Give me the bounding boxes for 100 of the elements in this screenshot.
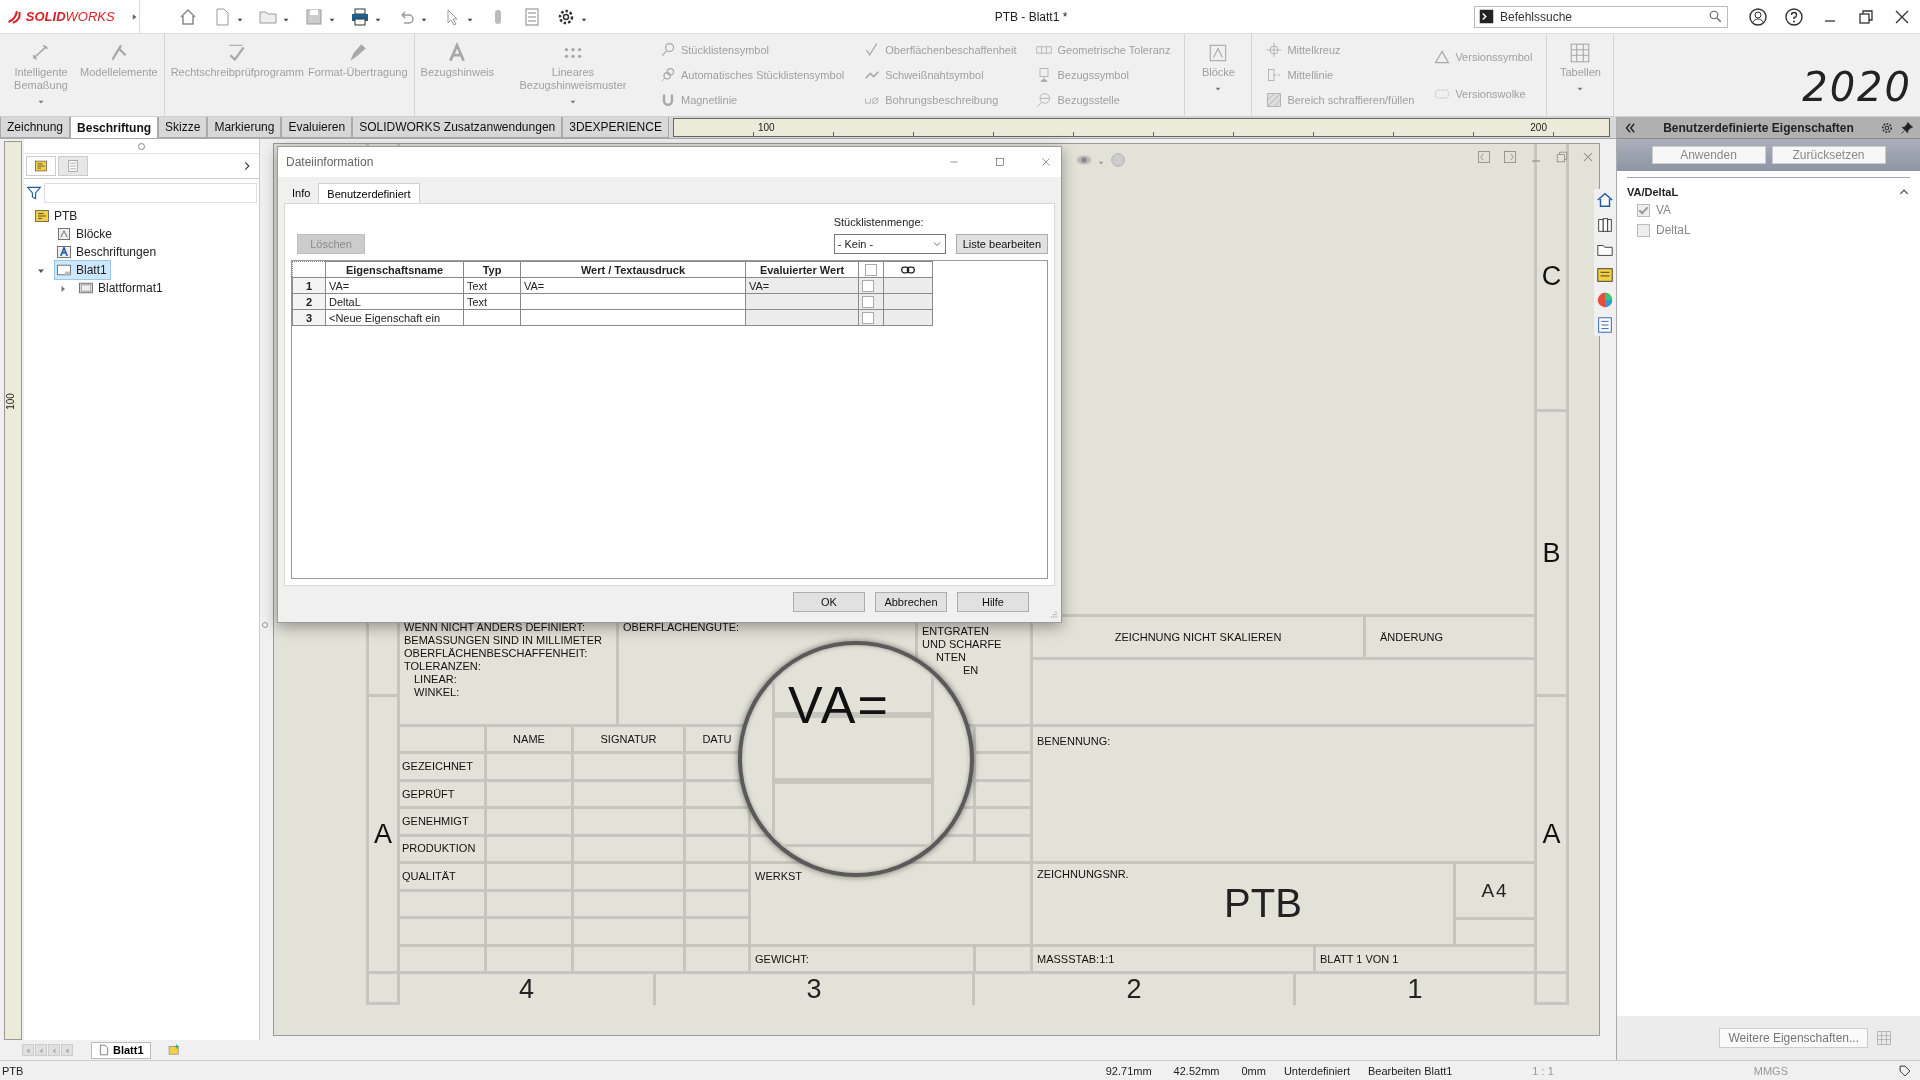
bom-quantity-dropdown[interactable]: - Kein - (833, 234, 946, 254)
ruler-label: 200 (1530, 122, 1547, 133)
tree-item[interactable]: Blatt1 (54, 260, 111, 280)
view-palette-icon[interactable] (1596, 266, 1614, 284)
tree-item[interactable]: Blattformat1 (76, 278, 167, 298)
zone-number: 2 (1126, 974, 1142, 1005)
column-header: DATU (702, 732, 732, 746)
bom-quantity-label: Stücklistenmenge: (833, 216, 925, 228)
filter-icon[interactable] (26, 185, 42, 201)
terminal-icon (1479, 9, 1494, 24)
tree-item[interactable]: Blöcke (54, 224, 117, 244)
collapse-panel-icon[interactable] (1623, 120, 1637, 135)
unit-system[interactable]: MMGS (1753, 1064, 1788, 1077)
title-block-cell (976, 727, 1030, 752)
row-label: GEZEICHNET (402, 760, 474, 774)
split-right-icon[interactable] (1502, 149, 1518, 165)
zone-number: 3 (806, 974, 822, 1005)
drawing-number-label: ZEICHNUNGSNR. (1037, 868, 1130, 881)
search-input[interactable]: Befehlssuche (1498, 8, 1704, 25)
checkbox-label: VA (1656, 203, 1672, 217)
row-checkbox[interactable] (862, 296, 874, 309)
list-icon[interactable] (1596, 316, 1614, 334)
zone-letter: A (374, 818, 392, 850)
command-tab[interactable]: Beschriftung (70, 117, 159, 138)
more-properties-button[interactable]: Weitere Eigenschaften... (1719, 1028, 1868, 1048)
dialog-button[interactable]: Hilfe (957, 592, 1029, 612)
deburr-text: ENTGRATEN (922, 625, 991, 638)
maximize-icon[interactable] (993, 155, 1007, 169)
command-tab[interactable]: SOLIDWORKS Zusatzanwendungen (352, 117, 563, 138)
deburr-text: EN (962, 664, 980, 677)
version-logo: 2020 (1802, 64, 1912, 110)
row-label: GEPRÜFT (402, 787, 456, 801)
checkbox-label: DeltaL (1656, 223, 1691, 237)
row-checkbox[interactable] (862, 312, 874, 325)
hatch-icon (1266, 91, 1283, 108)
table-icon[interactable] (1876, 1030, 1892, 1046)
title-block-cell (686, 809, 748, 834)
ruler-label: 100 (4, 393, 16, 410)
warning-triangle-icon (1434, 48, 1451, 65)
zone-letter: C (1541, 261, 1562, 292)
settings-icon[interactable] (1880, 120, 1894, 135)
title-block-cell (686, 891, 748, 917)
title-block-cell (686, 864, 748, 889)
split-left-icon[interactable] (1476, 149, 1492, 165)
user-icon[interactable] (1748, 6, 1768, 27)
status-text: Unterdefiniert (1283, 1064, 1350, 1077)
row-label: PRODUKTION (402, 842, 477, 856)
filter-field[interactable] (44, 183, 257, 203)
property-list-tab-icon[interactable] (58, 156, 88, 176)
material-label: WERKST (755, 870, 804, 883)
title-block-cell (976, 809, 1030, 834)
tree-item[interactable]: PTB (32, 206, 82, 226)
header-checkbox[interactable] (865, 264, 877, 277)
row-checkbox[interactable] (862, 280, 874, 293)
dialog-button[interactable]: Abbrechen (875, 592, 947, 612)
home-icon[interactable] (1596, 191, 1614, 209)
edit-list-button[interactable]: Liste bearbeiten (955, 234, 1048, 254)
feature-manager-tab-icon[interactable] (26, 156, 56, 176)
print-icon[interactable] (350, 6, 370, 27)
zone-number: 4 (519, 974, 534, 1005)
add-sheet-icon[interactable] (166, 1043, 181, 1057)
command-tab[interactable]: 3DEXPERIENCE (562, 117, 669, 138)
magnified-text: VA= (788, 675, 890, 735)
parts-library-icon[interactable] (1596, 216, 1614, 234)
command-tab[interactable]: Skizze (158, 117, 208, 138)
column-header: NAME (513, 732, 545, 746)
annotations-icon (56, 244, 72, 260)
sheet-tab[interactable]: Blatt1 (91, 1041, 151, 1059)
column-header: Wert / Textausdruck (520, 261, 746, 278)
deburr-text: NTEN (935, 651, 967, 664)
dialog-title: Dateiinformation (286, 155, 374, 169)
balloons-icon (659, 67, 676, 83)
title-block-cell (976, 947, 1030, 971)
sheet-count-label: BLATT 1 VON 1 (1320, 952, 1400, 966)
column-header: SIGNATUR (600, 732, 657, 746)
dialog-button[interactable]: OK (793, 592, 865, 612)
app-logo: SOLIDWORKS (25, 9, 115, 24)
sheet-icon (56, 262, 72, 278)
sheet-icon (98, 1044, 110, 1056)
home-icon[interactable] (178, 6, 198, 27)
list-icon[interactable] (522, 6, 542, 27)
search-field[interactable]: Befehlssuche (1474, 5, 1728, 28)
color-wheel-icon[interactable] (1596, 291, 1614, 309)
dialog-tab[interactable]: Benutzerdefiniert (318, 183, 420, 203)
surface-finish-label: OBERFLÄCHENGÜTE: (623, 621, 741, 634)
note-text: TOLERANZEN: (404, 660, 482, 673)
command-tab[interactable]: Zeichnung (0, 117, 71, 138)
title-block-cell (686, 836, 748, 862)
pin-icon[interactable] (1900, 120, 1914, 135)
help-icon[interactable] (1784, 6, 1804, 27)
command-tab[interactable]: Markierung (207, 117, 282, 138)
weight-label: GEWICHT: (755, 952, 810, 966)
drawing-icon (34, 208, 50, 224)
tree-item[interactable]: Beschriftungen (54, 242, 161, 262)
note-text: OBERFLÄCHENBESCHAFFENHEIT: (404, 647, 589, 660)
dialog-tab[interactable]: Info (284, 183, 319, 203)
tag-icon[interactable] (1898, 1063, 1912, 1078)
command-tab[interactable]: Evaluieren (281, 117, 353, 138)
panel-title: Benutzerdefinierte Eigenschaften (1662, 120, 1855, 135)
drawing-number: PTB (1224, 881, 1302, 925)
